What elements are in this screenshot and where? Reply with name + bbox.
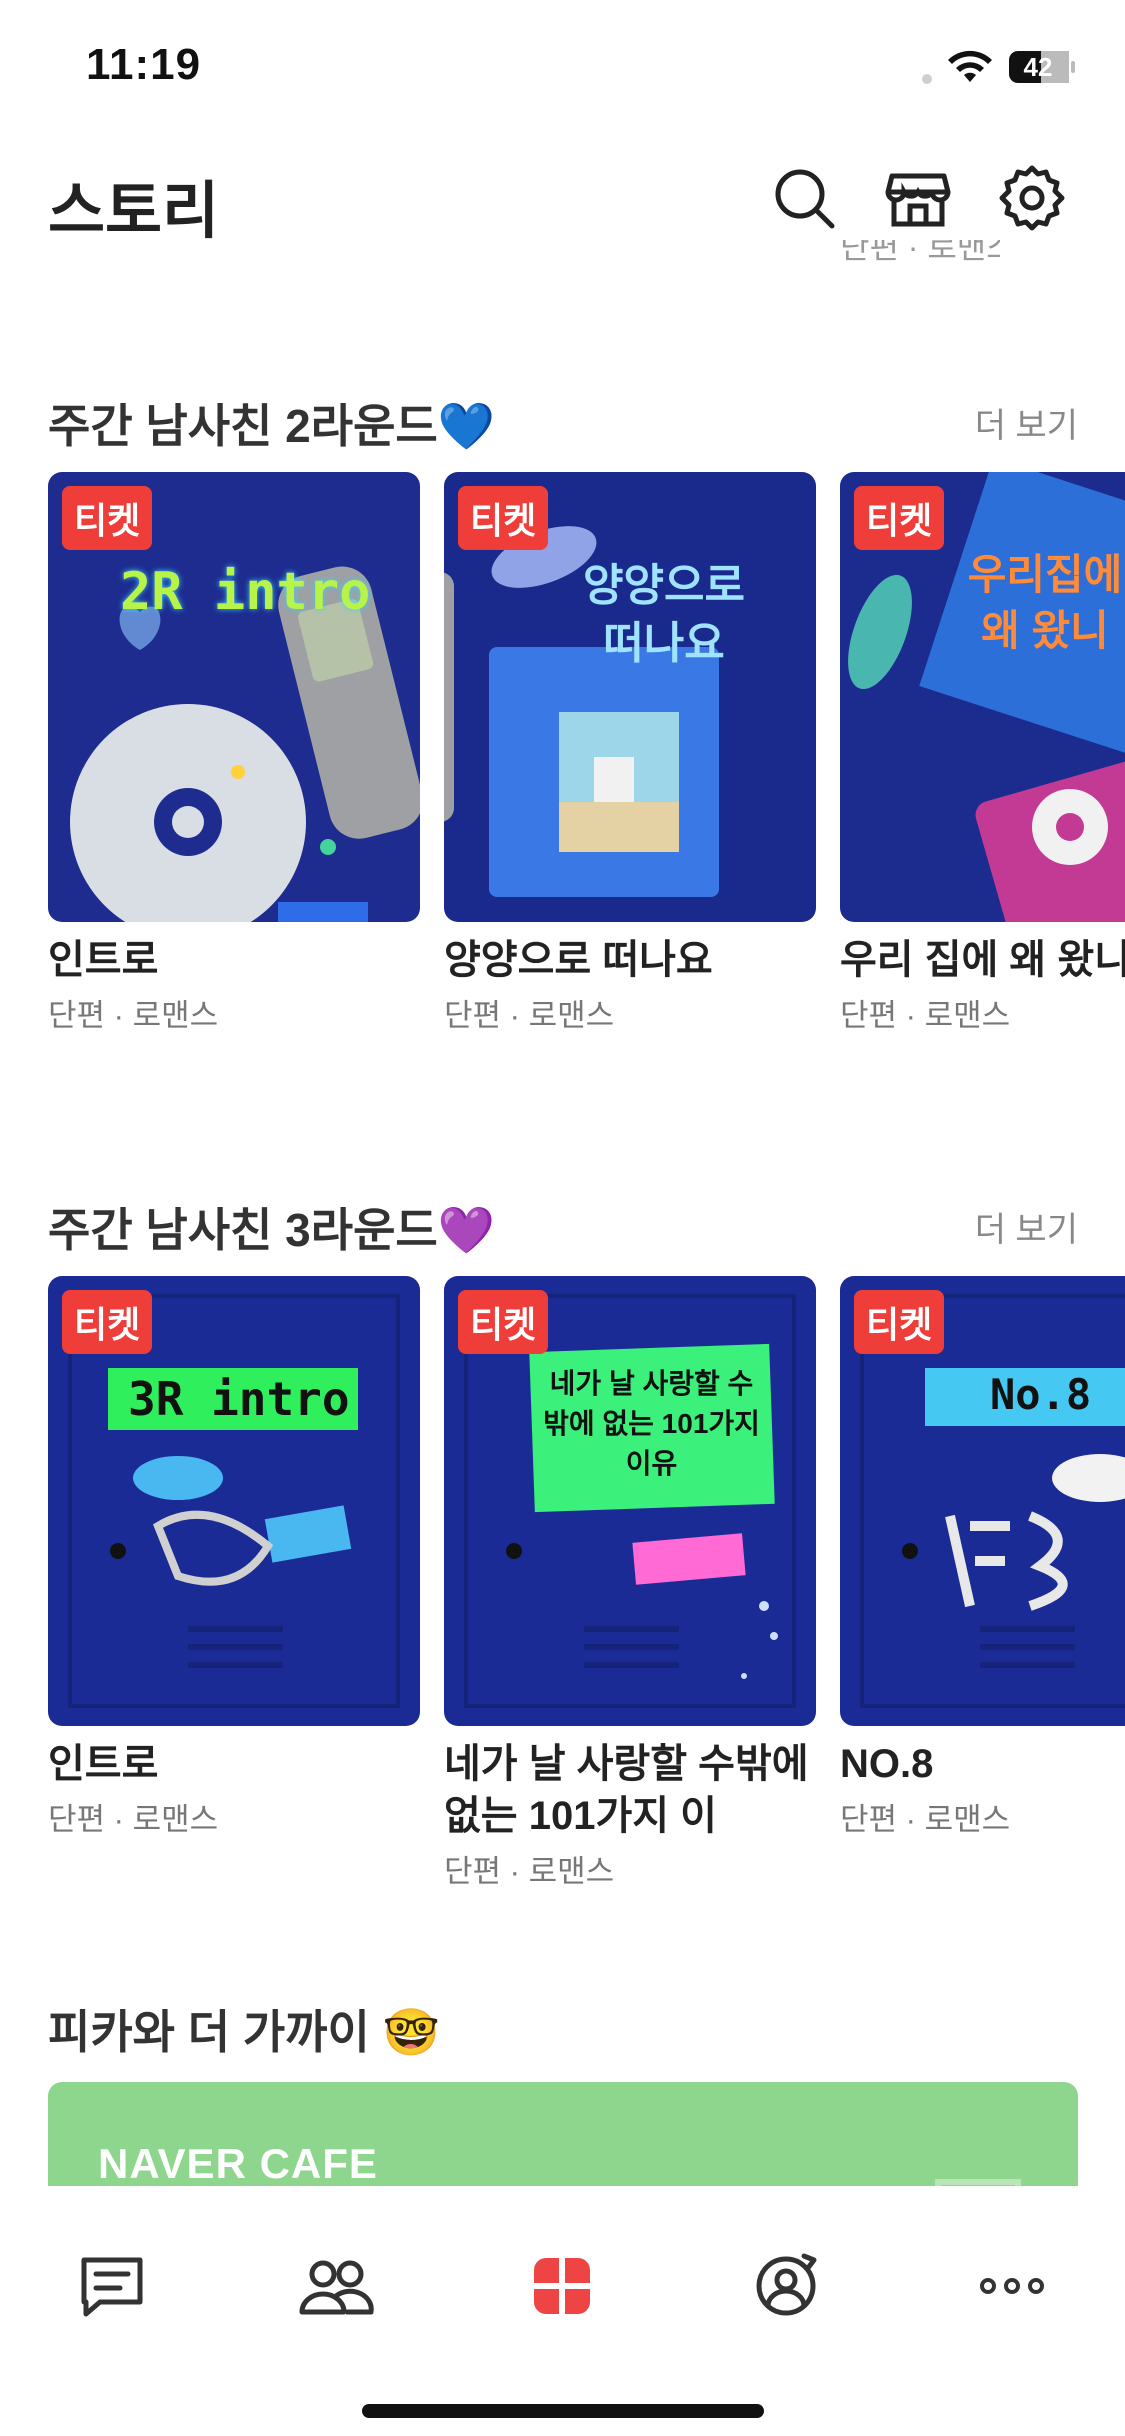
more-icon[interactable] xyxy=(972,2246,1052,2326)
cover-art-text: No.8 xyxy=(990,1370,1092,1419)
status-bar: 11:19 42 xyxy=(0,0,1125,130)
story-thumbnail: 티켓 양양으로 떠나요 xyxy=(444,472,816,922)
story-meta: 단편 · 로맨스 xyxy=(48,998,219,1033)
story-card[interactable]: 티켓 양양으로 떠나요 양양으로 떠나요 단편 · 로맨스 xyxy=(444,472,816,1035)
section-title: 주간 남사친 3라운드💜 xyxy=(48,1204,495,1256)
battery-level: 42 xyxy=(1023,52,1053,82)
bottom-navigation xyxy=(0,2186,1125,2436)
story-thumbnail: 티켓 No.8 xyxy=(840,1276,1125,1726)
story-icon[interactable] xyxy=(522,2246,602,2326)
wifi-icon xyxy=(945,46,995,86)
banner-label: NAVER CAFE xyxy=(98,2140,378,2187)
story-thumbnail: 티켓 네가 날 사랑할 수밖에 없는 101가지 이유 xyxy=(444,1276,816,1726)
cover-art-text: 우리집에 왜 왔니 xyxy=(967,551,1123,654)
story-carousel[interactable]: 티켓 2R intro 인트로 단편 · 로맨스 티켓 양양으로 떠나요 양양으… xyxy=(48,472,1125,1052)
story-title: 양양으로 떠나요 xyxy=(444,938,713,982)
section-title: 주간 남사친 2라운드💙 xyxy=(48,400,495,452)
battery-icon: 42 xyxy=(1008,50,1076,84)
story-title: 인트로 xyxy=(48,1742,159,1786)
scrolled-meta-peek: 단편 · 로맨스 xyxy=(840,240,1000,265)
story-meta: 단편 · 로맨스 xyxy=(840,998,1011,1033)
cover-art-text: 3R intro xyxy=(128,1372,350,1426)
story-meta: 단편 · 로맨스 xyxy=(444,1854,615,1889)
story-card[interactable]: 티켓 2R intro 인트로 단편 · 로맨스 xyxy=(48,472,420,1035)
section-header: 주간 남사친 2라운드💙 더 보기 xyxy=(48,384,1078,454)
more-link[interactable]: 더 보기 xyxy=(975,1202,1078,1251)
more-link[interactable]: 더 보기 xyxy=(975,398,1078,447)
story-title: 네가 날 사랑할 수밖에 없는 101가지 이 xyxy=(444,1742,809,1838)
chat-icon[interactable] xyxy=(72,2246,152,2326)
story-card[interactable]: 티켓 네가 날 사랑할 수밖에 없는 101가지 이유 네가 날 사랑할 수밖에… xyxy=(444,1276,816,1891)
story-thumbnail: 티켓 2R intro xyxy=(48,472,420,922)
story-title: NO.8 xyxy=(840,1742,934,1786)
cover-art-text: 2R intro xyxy=(120,562,371,622)
ticket-badge: 티켓 xyxy=(854,486,945,550)
story-title: 인트로 xyxy=(48,938,159,982)
section-header: 피카와 더 가까이 🤓 xyxy=(48,1990,1078,2060)
status-time: 11:19 xyxy=(86,40,202,89)
ticket-badge: 티켓 xyxy=(458,1290,549,1354)
story-meta: 단편 · 로맨스 xyxy=(840,1802,1011,1837)
story-card[interactable]: 티켓 우리집에 왜 왔니 우리 집에 왜 왔니 단편 · 로맨스 xyxy=(840,472,1125,1035)
story-thumbnail: 티켓 3R intro xyxy=(48,1276,420,1726)
story-meta: 단편 · 로맨스 xyxy=(48,1802,219,1837)
search-icon[interactable] xyxy=(768,162,840,234)
ticket-badge: 티켓 xyxy=(854,1290,945,1354)
friends-icon[interactable] xyxy=(296,2246,376,2326)
story-meta: 단편 · 로맨스 xyxy=(444,998,615,1033)
page-title: 스토리 xyxy=(48,177,220,246)
settings-icon[interactable] xyxy=(996,162,1068,234)
privacy-dot xyxy=(922,74,932,84)
story-card[interactable]: 티켓 No.8 NO.8 단편 · 로맨스 xyxy=(840,1276,1125,1839)
store-icon[interactable] xyxy=(882,162,954,234)
profile-icon[interactable] xyxy=(746,2246,826,2326)
section-title: 피카와 더 가까이 🤓 xyxy=(48,2006,440,2058)
story-title: 우리 집에 왜 왔니 xyxy=(840,938,1125,982)
ticket-badge: 티켓 xyxy=(62,486,153,550)
story-card[interactable]: 티켓 3R intro 인트로 단편 · 로맨스 xyxy=(48,1276,420,1839)
home-indicator xyxy=(362,2404,764,2418)
story-carousel[interactable]: 티켓 3R intro 인트로 단편 · 로맨스 티켓 네가 날 사랑할 수밖에… xyxy=(48,1276,1125,1896)
ticket-badge: 티켓 xyxy=(62,1290,153,1354)
story-thumbnail: 티켓 우리집에 왜 왔니 xyxy=(840,472,1125,922)
section-header: 주간 남사친 3라운드💜 더 보기 xyxy=(48,1188,1078,1258)
cover-art-text: 네가 날 사랑할 수밖에 없는 101가지 이유 xyxy=(543,1368,760,1479)
ticket-badge: 티켓 xyxy=(458,486,549,550)
cover-art-text: 양양으로 떠나요 xyxy=(583,561,745,668)
